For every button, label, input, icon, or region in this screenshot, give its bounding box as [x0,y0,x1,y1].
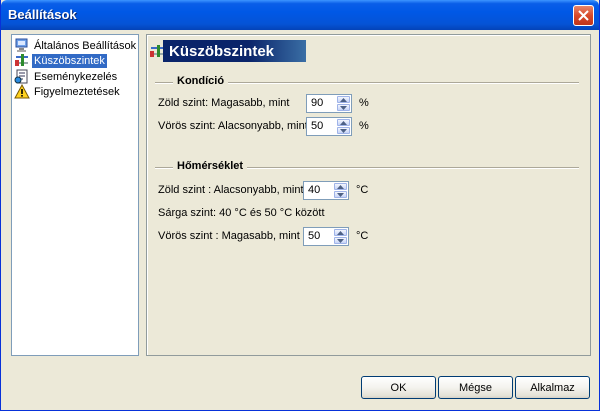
threshold-icon [150,45,163,57]
temperature-red-spinner[interactable]: 50 [303,227,349,246]
condition-red-label: Vörös szint: Alacsonyabb, mint [158,120,308,132]
cancel-button[interactable]: Mégse [438,376,513,399]
warning-icon [14,84,30,99]
tree-item-thresholds[interactable]: Küszöbszintek [14,53,107,68]
temperature-green-label: Zöld szint : Alacsonyabb, mint [158,184,304,196]
temperature-green-spinner[interactable]: 40 [303,181,349,200]
arrow-up-icon [340,97,347,102]
event-document-icon [14,69,28,84]
condition-green-unit: % [359,97,369,109]
arrow-down-icon [340,105,347,110]
settings-tree: Általános Beállítások Küszöbszintek Esem… [11,34,139,356]
arrow-up-icon [337,230,344,235]
tree-item-warnings[interactable]: Figyelmeztetések [14,84,122,99]
spin-down-button[interactable] [334,191,347,198]
ok-button[interactable]: OK [361,376,436,399]
settings-page: Küszöbszintek Kondíció Zöld szint: Magas… [146,34,591,356]
condition-green-value[interactable]: 90 [311,97,323,109]
condition-heading: Kondíció [173,75,229,87]
tree-item-label: Küszöbszintek [32,53,107,68]
close-icon [578,10,589,21]
temperature-group-header: Hőmérséklet [155,160,579,174]
arrow-up-icon [337,184,344,189]
condition-red-value[interactable]: 50 [311,120,323,132]
tree-item-events[interactable]: Eseménykezelés [14,69,119,84]
spin-down-button[interactable] [334,237,347,244]
temperature-green-unit: °C [356,184,369,196]
tree-item-label: Általános Beállítások [34,39,137,52]
tree-item-label: Eseménykezelés [34,70,118,83]
temperature-yellow-text: Sárga szint: 40 °C és 50 °C között [158,207,325,219]
title-bar[interactable]: Beállítások [1,0,599,30]
arrow-down-icon [337,192,344,197]
tree-item-label: Figyelmeztetések [34,85,120,98]
page-title: Küszöbszintek [169,42,275,60]
temperature-green-value[interactable]: 40 [308,184,320,196]
threshold-icon [15,54,28,66]
spin-up-button[interactable] [337,96,350,103]
computer-settings-icon [15,38,28,52]
apply-button[interactable]: Alkalmaz [515,376,590,399]
temperature-red-unit: °C [356,230,369,242]
condition-green-label: Zöld szint: Magasabb, mint [158,97,290,109]
arrow-down-icon [340,128,347,133]
condition-red-spinner[interactable]: 50 [306,117,352,136]
condition-group-header: Kondíció [155,75,579,89]
condition-red-unit: % [359,120,369,132]
arrow-up-icon [340,120,347,125]
spin-down-button[interactable] [337,104,350,111]
spin-up-button[interactable] [337,119,350,126]
temperature-red-label: Vörös szint : Magasabb, mint [158,230,300,242]
spin-up-button[interactable] [334,183,347,190]
window-title: Beállítások [8,7,77,22]
arrow-down-icon [337,238,344,243]
spin-up-button[interactable] [334,229,347,236]
close-button[interactable] [573,5,594,26]
spin-down-button[interactable] [337,127,350,134]
temperature-heading: Hőmérséklet [173,160,248,172]
temperature-red-value[interactable]: 50 [308,230,320,242]
page-header: Küszöbszintek [150,40,306,62]
condition-green-spinner[interactable]: 90 [306,94,352,113]
settings-dialog: Beállítások Általános Beállítások Küszöb… [0,0,600,411]
tree-item-general[interactable]: Általános Beállítások [14,38,138,53]
